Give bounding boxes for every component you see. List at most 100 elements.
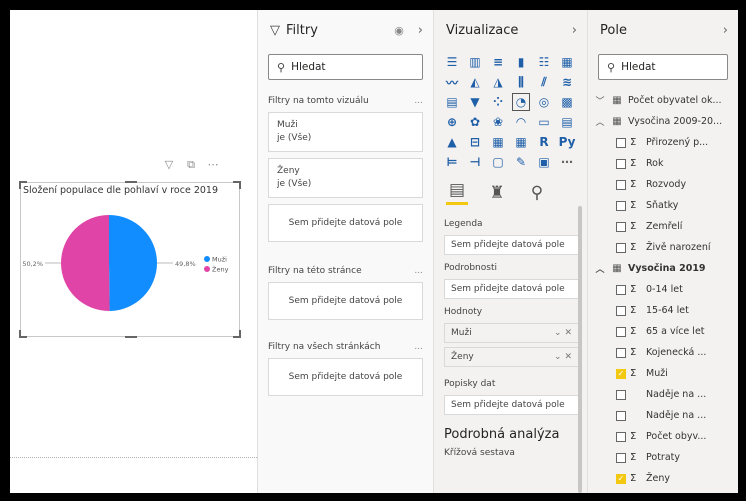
line-column-icon[interactable]: ⫼	[513, 74, 529, 90]
paginated-icon[interactable]: ▣	[536, 154, 552, 170]
field-checkbox[interactable]	[616, 431, 626, 442]
field-item[interactable]: Σ 15-64 let	[588, 300, 738, 321]
decomposition-tree-icon[interactable]: ⊣	[467, 154, 483, 170]
field-item[interactable]: Σ Potraty	[588, 447, 738, 468]
field-checkbox[interactable]	[616, 410, 626, 421]
gauge-icon[interactable]: ◠	[513, 114, 529, 130]
filled-map-icon[interactable]: ✿	[467, 114, 483, 130]
collapse-chevron-icon[interactable]: ›	[572, 23, 577, 38]
more-options-icon[interactable]: ⋯	[206, 158, 220, 172]
field-checkbox[interactable]	[616, 389, 626, 400]
collapse-chevron-icon[interactable]: ›	[418, 23, 423, 38]
more-icon[interactable]: ...	[414, 342, 423, 352]
collapse-chevron-icon[interactable]: ›	[723, 23, 728, 38]
remove-field-icon[interactable]: ⌄ ✕	[554, 352, 572, 362]
field-checkbox[interactable]	[616, 326, 626, 337]
field-item[interactable]: ✓ Σ Muži	[588, 363, 738, 384]
field-item[interactable]: Σ Rok	[588, 153, 738, 174]
values-field-muzi[interactable]: Muži ⌄ ✕	[444, 323, 579, 343]
field-checkbox[interactable]	[616, 179, 626, 190]
field-item[interactable]: Naděje na ...	[588, 405, 738, 426]
shape-map-icon[interactable]: ❀	[490, 114, 506, 130]
field-item[interactable]: Σ Živě narození	[588, 237, 738, 258]
more-icon[interactable]: ...	[414, 96, 423, 106]
details-well[interactable]: Sem přidejte datová pole	[444, 279, 579, 299]
field-item[interactable]: Σ 0-14 let	[588, 279, 738, 300]
pie-slice-0[interactable]	[109, 215, 158, 311]
field-checkbox[interactable]: ✓	[616, 473, 626, 484]
r-visual-icon[interactable]: R	[536, 134, 552, 150]
clustered-bar-icon[interactable]: ≡	[490, 54, 506, 70]
field-checkbox[interactable]	[616, 347, 626, 358]
card-icon[interactable]: ▭	[536, 114, 552, 130]
slicer-icon[interactable]: ⊟	[467, 134, 483, 150]
remove-field-icon[interactable]: ⌄ ✕	[554, 328, 572, 338]
clustered-column-icon[interactable]: ▮	[513, 54, 529, 70]
scatter-icon[interactable]: ⁘	[490, 94, 506, 110]
field-table-row[interactable]: ︿ ▦ Vysočina 2019	[588, 258, 738, 279]
chevron-up-icon[interactable]: ︿	[594, 262, 606, 275]
field-checkbox[interactable]	[616, 305, 626, 316]
eye-icon[interactable]: ◉	[394, 24, 404, 37]
ribbon-chart-icon[interactable]: ≋	[559, 74, 575, 90]
filter-card-zeny[interactable]: Ženy je (Vše)	[268, 158, 423, 198]
field-checkbox[interactable]	[616, 452, 626, 463]
field-item[interactable]: Σ Kojenecká ...	[588, 342, 738, 363]
focus-mode-icon[interactable]: ⧉	[184, 158, 198, 172]
python-visual-icon[interactable]: Py	[559, 134, 576, 150]
key-influencers-icon[interactable]: ⊨	[444, 154, 460, 170]
100-bar-icon[interactable]: ☷	[536, 54, 552, 70]
field-item[interactable]: Σ Zemřelí	[588, 216, 738, 237]
field-checkbox[interactable]	[616, 200, 626, 211]
legend-label-0[interactable]: Muži	[212, 256, 227, 264]
multi-row-card-icon[interactable]: ▤	[559, 114, 575, 130]
pie-chart-icon[interactable]: ◔	[512, 93, 530, 111]
filters-search-input[interactable]: ⚲ Hledat	[268, 54, 423, 80]
field-item[interactable]: Σ Sňatky	[588, 195, 738, 216]
field-table-row[interactable]: ﹀ ▦ Počet obyvatel ok...	[588, 90, 738, 111]
line-clustered-icon[interactable]: ⫽	[536, 74, 552, 90]
table-icon[interactable]: ▦	[490, 134, 506, 150]
drop-field-zone[interactable]: Sem přidejte datová pole	[268, 358, 423, 396]
funnel-icon[interactable]: ▼	[467, 94, 483, 110]
stacked-column-icon[interactable]: ▥	[467, 54, 483, 70]
field-item[interactable]: Σ 65 a více let	[588, 321, 738, 342]
more-visuals-icon[interactable]: ⋯	[559, 154, 575, 170]
fields-search-input[interactable]: ⚲ Hledat	[598, 54, 728, 80]
stacked-bar-icon[interactable]: ☰	[444, 54, 460, 70]
field-checkbox[interactable]	[616, 137, 626, 148]
filter-card-muzi[interactable]: Muži je (Vše)	[268, 112, 423, 152]
area-chart-icon[interactable]: ◭	[467, 74, 483, 90]
chevron-up-icon[interactable]: ︿	[594, 115, 606, 128]
field-checkbox[interactable]	[616, 221, 626, 232]
field-checkbox[interactable]	[616, 284, 626, 295]
qa-icon[interactable]: ▢	[490, 154, 506, 170]
matrix-icon[interactable]: ▦	[513, 134, 529, 150]
treemap-icon[interactable]: ▩	[559, 94, 575, 110]
field-item[interactable]: ✓ Σ Ženy	[588, 468, 738, 489]
kpi-icon[interactable]: ▲	[444, 134, 460, 150]
donut-chart-icon[interactable]: ◎	[536, 94, 552, 110]
waterfall-icon[interactable]: ▤	[444, 94, 460, 110]
drop-field-zone[interactable]: Sem přidejte datová pole	[268, 204, 423, 242]
line-chart-icon[interactable]: 〰	[444, 74, 460, 90]
report-canvas[interactable]: ▽ ⧉ ⋯ Složení populace dle pohlaví v roc…	[10, 10, 257, 493]
more-icon[interactable]: ...	[414, 266, 423, 276]
field-checkbox[interactable]	[616, 158, 626, 169]
field-checkbox[interactable]: ✓	[616, 368, 626, 379]
filter-icon[interactable]: ▽	[162, 158, 176, 172]
100-column-icon[interactable]: ▦	[559, 54, 575, 70]
fields-well-tab-icon[interactable]: ▤	[446, 180, 468, 205]
field-item[interactable]: Σ Počet obyv...	[588, 426, 738, 447]
values-field-zeny[interactable]: Ženy ⌄ ✕	[444, 347, 579, 367]
field-item[interactable]: Σ Přirozený p...	[588, 132, 738, 153]
legend-label-1[interactable]: Ženy	[212, 265, 229, 274]
legend-well[interactable]: Sem přidejte datová pole	[444, 235, 579, 255]
field-table-row[interactable]: ︿ ▦ Vysočina 2009-20...	[588, 111, 738, 132]
drop-field-zone[interactable]: Sem přidejte datová pole	[268, 282, 423, 320]
tooltips-well[interactable]: Sem přidejte datová pole	[444, 395, 579, 415]
chevron-down-icon[interactable]: ﹀	[594, 94, 606, 107]
smart-narrative-icon[interactable]: ✎	[513, 154, 529, 170]
field-item[interactable]: Σ Rozvody	[588, 174, 738, 195]
analytics-magnifier-icon[interactable]: ⚲	[526, 183, 548, 203]
